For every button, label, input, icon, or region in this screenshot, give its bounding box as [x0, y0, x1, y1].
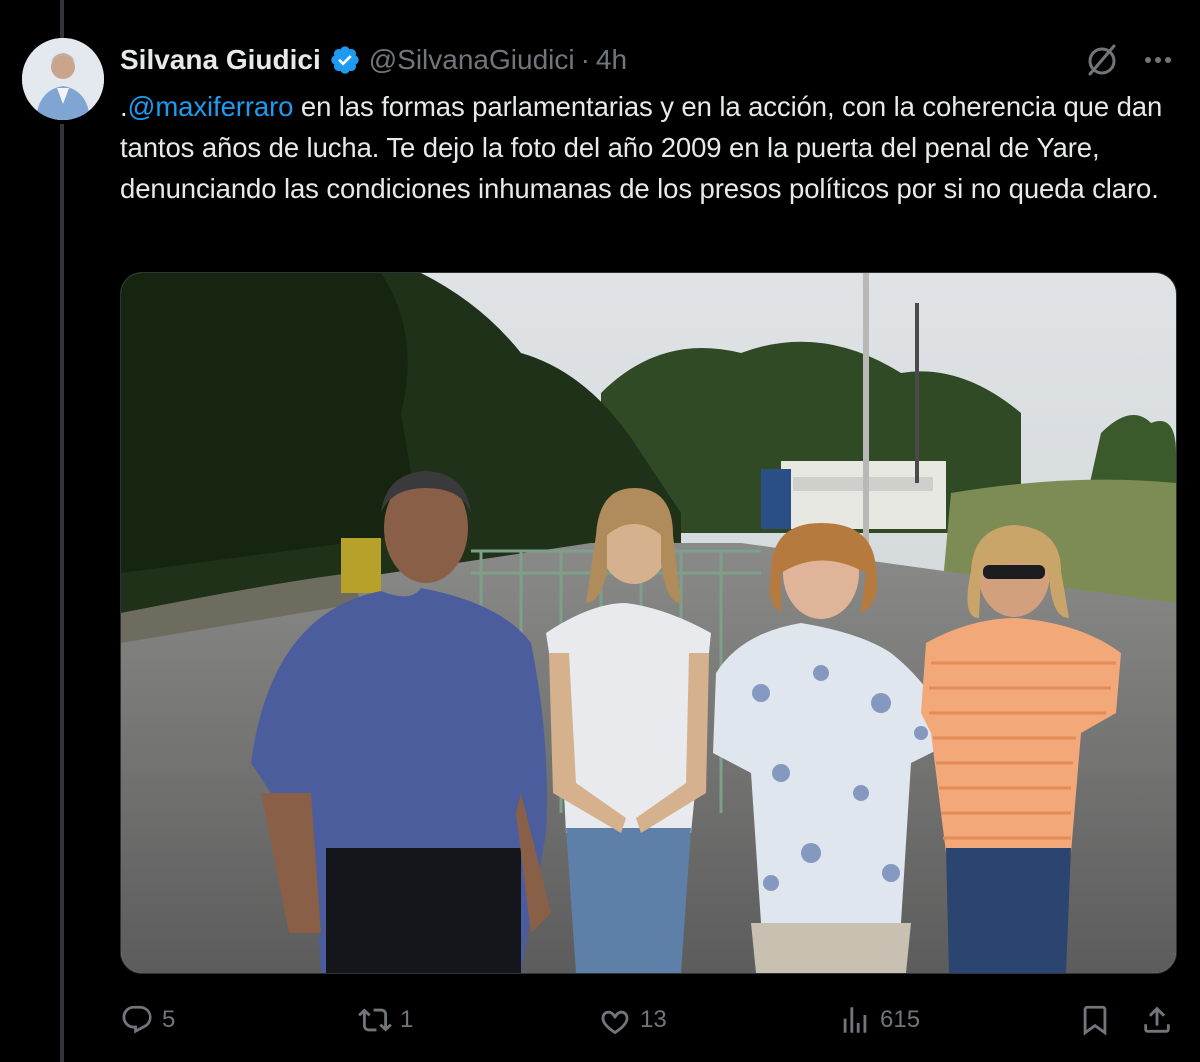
- retweet-button[interactable]: 1: [358, 998, 413, 1042]
- reply-count: 5: [162, 1006, 176, 1033]
- tweet-text: .@maxiferraro en las formas parlamentari…: [120, 86, 1190, 209]
- reply-icon: [122, 1005, 152, 1034]
- tweet-photo[interactable]: [120, 272, 1177, 974]
- author-name[interactable]: Silvana Giudici: [120, 44, 321, 76]
- like-icon: [601, 1010, 629, 1035]
- separator: ·: [580, 44, 590, 75]
- grok-icon[interactable]: [1084, 42, 1120, 78]
- verified-badge-icon: [331, 46, 359, 74]
- text-prefix: .: [120, 91, 128, 122]
- like-count: 13: [640, 1006, 667, 1033]
- timestamp[interactable]: 4h: [596, 44, 627, 76]
- thread-line-top: [60, 0, 64, 40]
- views-icon: [843, 1007, 867, 1033]
- bookmark-icon: [1083, 1005, 1107, 1036]
- views-button[interactable]: 615: [838, 998, 920, 1042]
- retweet-icon: [358, 1008, 392, 1032]
- tweet-header: Silvana Giudici @SilvanaGiudici · 4h: [120, 42, 627, 78]
- retweet-count: 1: [400, 1006, 414, 1033]
- more-icon[interactable]: [1140, 44, 1176, 76]
- bookmark-button[interactable]: [1078, 998, 1120, 1042]
- avatar[interactable]: [22, 38, 104, 120]
- share-button[interactable]: [1140, 998, 1182, 1042]
- mention-link[interactable]: @maxiferraro: [128, 91, 294, 122]
- views-count: 615: [880, 1006, 921, 1033]
- reply-button[interactable]: 5: [120, 998, 175, 1042]
- like-button[interactable]: 13: [598, 998, 667, 1042]
- action-bar: 5 1 13 615: [0, 998, 1200, 1042]
- thread-line: [60, 124, 64, 1062]
- author-handle[interactable]: @SilvanaGiudici: [369, 44, 575, 76]
- share-icon: [1144, 1006, 1170, 1033]
